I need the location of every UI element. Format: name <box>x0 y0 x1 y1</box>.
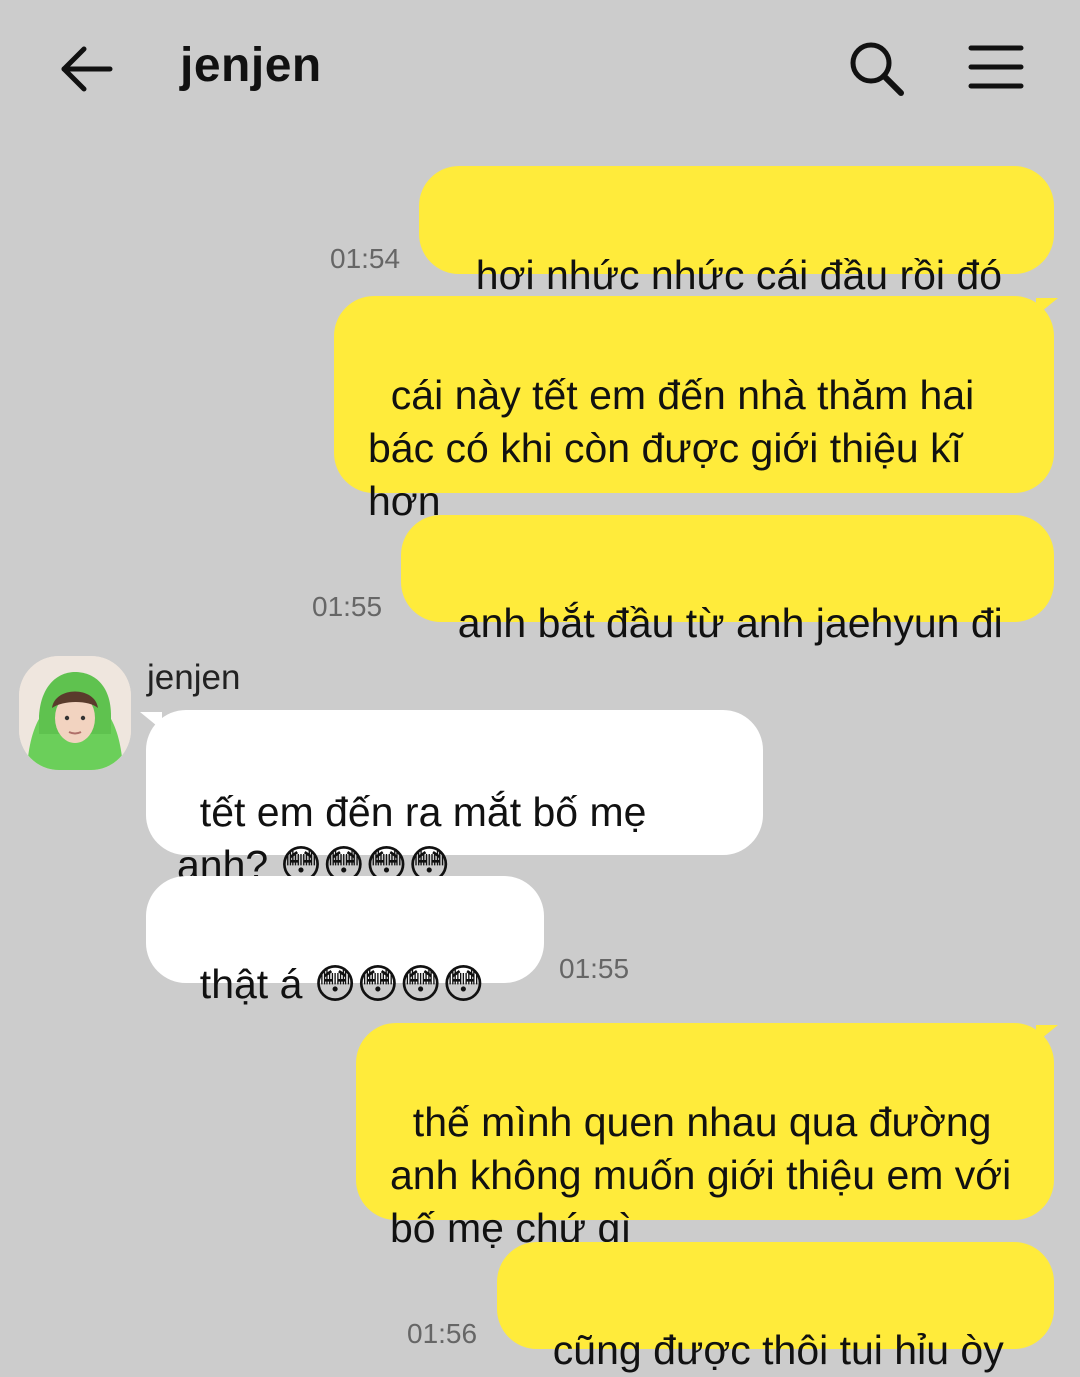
message-time: 01:55 <box>559 953 630 984</box>
message-time: 01:55 <box>312 591 383 622</box>
menu-button[interactable] <box>968 44 1024 90</box>
message-bubble-incoming[interactable]: thật á 😳😳😳😳 <box>146 876 544 1007</box>
search-icon <box>850 42 904 96</box>
message-bubble-outgoing[interactable]: anh bắt đầu từ anh jaehyun đi <box>401 515 1054 646</box>
message-text: anh bắt đầu từ anh jaehyun đi <box>457 600 1003 646</box>
arrow-left-icon <box>61 46 113 92</box>
bubble-tail <box>1036 1025 1058 1043</box>
avatar-photo <box>19 656 131 770</box>
back-button[interactable] <box>58 40 116 98</box>
message-bubble-incoming[interactable]: tết em đến ra mắt bố mẹ anh? 😳😳😳😳 <box>146 710 763 888</box>
bubble-tail <box>1036 298 1058 316</box>
message-bubble-outgoing[interactable]: cũng được thôi tui hỉu òy <box>497 1242 1054 1373</box>
message-time: 01:54 <box>330 243 401 274</box>
message-text: cái này tết em đến nhà thăm hai bác có k… <box>368 372 986 524</box>
message-bubble-outgoing[interactable]: cái này tết em đến nhà thăm hai bác có k… <box>334 296 1054 524</box>
contact-avatar[interactable] <box>19 656 131 770</box>
chat-header: jenjen <box>0 0 1080 135</box>
message-text: tết em đến ra mắt bố mẹ anh? 😳😳😳😳 <box>177 789 658 888</box>
message-time: 01:56 <box>407 1318 478 1349</box>
chat-title: jenjen <box>180 39 322 92</box>
hamburger-menu-icon <box>968 45 1024 89</box>
message-text: thật á 😳😳😳😳 <box>199 961 485 1007</box>
message-text: hơi nhức nhức cái đầu rồi đó <box>475 252 1003 298</box>
sender-name: jenjen <box>147 658 241 697</box>
message-bubble-outgoing[interactable]: hơi nhức nhức cái đầu rồi đó <box>419 166 1054 298</box>
message-text: cũng được thôi tui hỉu òy <box>552 1327 1004 1373</box>
bubble-tail <box>140 712 162 730</box>
message-text: thế mình quen nhau qua đường anh không m… <box>390 1099 1023 1251</box>
search-button[interactable] <box>846 38 906 98</box>
message-bubble-outgoing[interactable]: thế mình quen nhau qua đường anh không m… <box>356 1023 1054 1251</box>
